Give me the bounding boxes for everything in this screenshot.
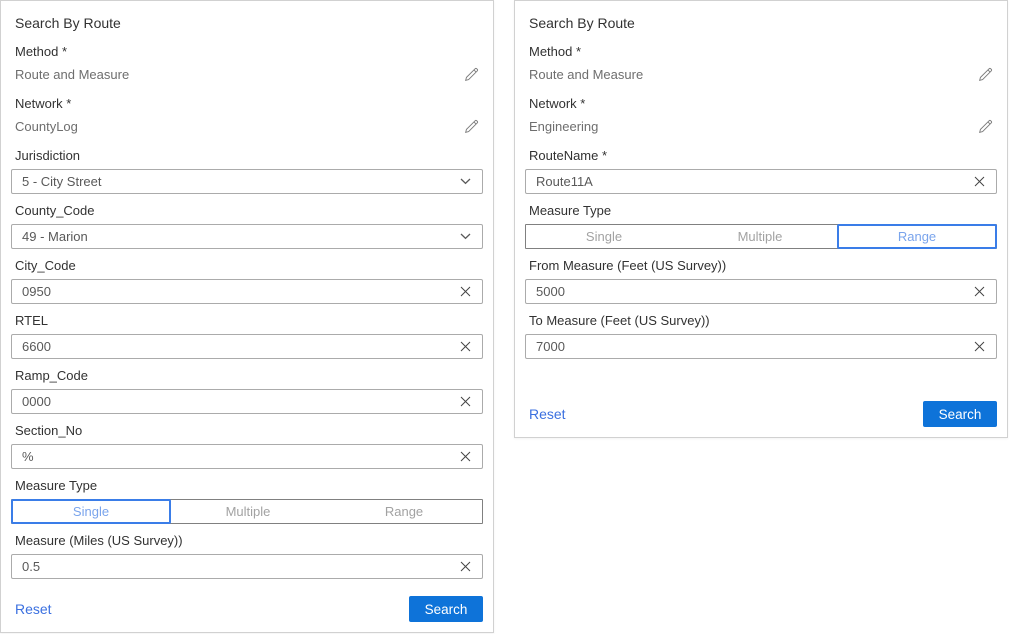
network-value: Engineering <box>529 119 598 134</box>
x-clear-icon[interactable] <box>972 284 987 299</box>
measure-type-label: Measure Type <box>15 478 479 493</box>
edit-pencil-icon[interactable] <box>978 67 993 82</box>
reset-link[interactable]: Reset <box>15 601 52 617</box>
measure-type-segment-single[interactable]: Single <box>11 499 171 524</box>
jurisdiction-select[interactable]: 5 - City Street <box>11 169 483 194</box>
measure-input[interactable] <box>22 559 458 574</box>
x-clear-icon[interactable] <box>458 449 473 464</box>
panel-footer: Reset Search <box>11 596 483 622</box>
measure-type-label: Measure Type <box>529 203 993 218</box>
x-clear-icon[interactable] <box>458 559 473 574</box>
panel-title: Search By Route <box>529 15 993 31</box>
section-no-field: Section_No <box>11 423 483 469</box>
method-field: Method * Route and Measure <box>11 44 483 94</box>
route-name-field: RouteName * <box>525 148 997 194</box>
chevron-down-icon <box>458 176 473 187</box>
measure-type-segment-single[interactable]: Single <box>526 225 682 248</box>
measure-type-segment-multiple[interactable]: Multiple <box>170 500 326 523</box>
network-field: Network * CountyLog <box>11 96 483 146</box>
method-label: Method * <box>529 44 993 59</box>
method-label: Method * <box>15 44 479 59</box>
county-code-label: County_Code <box>15 203 479 218</box>
measure-field: Measure (Miles (US Survey)) <box>11 533 483 579</box>
jurisdiction-select-value: 5 - City Street <box>22 174 458 189</box>
measure-type-segment-range[interactable]: Range <box>326 500 482 523</box>
measure-type-segmented-control: Single Multiple Range <box>11 499 483 524</box>
route-name-label: RouteName * <box>529 148 993 163</box>
network-label: Network * <box>529 96 993 111</box>
to-measure-label: To Measure (Feet (US Survey)) <box>529 313 993 328</box>
x-clear-icon[interactable] <box>458 339 473 354</box>
from-measure-label: From Measure (Feet (US Survey)) <box>529 258 993 273</box>
network-label: Network * <box>15 96 479 111</box>
network-value: CountyLog <box>15 119 78 134</box>
section-no-input[interactable] <box>22 449 458 464</box>
x-clear-icon[interactable] <box>458 394 473 409</box>
county-code-select[interactable]: 49 - Marion <box>11 224 483 249</box>
measure-type-field: Measure Type Single Multiple Range <box>525 203 997 249</box>
measure-type-segmented-control: Single Multiple Range <box>525 224 997 249</box>
city-code-input[interactable] <box>22 284 458 299</box>
from-measure-input[interactable] <box>536 284 972 299</box>
route-name-input[interactable] <box>536 174 972 189</box>
county-code-field: County_Code 49 - Marion <box>11 203 483 249</box>
rtel-field: RTEL <box>11 313 483 359</box>
city-code-field: City_Code <box>11 258 483 304</box>
search-by-route-panel-left: Search By Route Method * Route and Measu… <box>0 0 494 633</box>
x-clear-icon[interactable] <box>972 174 987 189</box>
jurisdiction-label: Jurisdiction <box>15 148 479 163</box>
rtel-input[interactable] <box>22 339 458 354</box>
to-measure-input[interactable] <box>536 339 972 354</box>
section-no-label: Section_No <box>15 423 479 438</box>
panel-footer: Reset Search <box>525 401 997 427</box>
search-button[interactable]: Search <box>409 596 483 622</box>
search-by-route-panel-right: Search By Route Method * Route and Measu… <box>514 0 1008 438</box>
measure-label: Measure (Miles (US Survey)) <box>15 533 479 548</box>
to-measure-field: To Measure (Feet (US Survey)) <box>525 313 997 359</box>
x-clear-icon[interactable] <box>972 339 987 354</box>
county-code-select-value: 49 - Marion <box>22 229 458 244</box>
search-button[interactable]: Search <box>923 401 997 427</box>
edit-pencil-icon[interactable] <box>464 67 479 82</box>
method-field: Method * Route and Measure <box>525 44 997 94</box>
ramp-code-input[interactable] <box>22 394 458 409</box>
jurisdiction-field: Jurisdiction 5 - City Street <box>11 148 483 194</box>
edit-pencil-icon[interactable] <box>978 119 993 134</box>
ramp-code-field: Ramp_Code <box>11 368 483 414</box>
ramp-code-label: Ramp_Code <box>15 368 479 383</box>
measure-type-segment-multiple[interactable]: Multiple <box>682 225 838 248</box>
measure-type-field: Measure Type Single Multiple Range <box>11 478 483 524</box>
from-measure-field: From Measure (Feet (US Survey)) <box>525 258 997 304</box>
method-value: Route and Measure <box>15 67 129 82</box>
network-field: Network * Engineering <box>525 96 997 146</box>
method-value: Route and Measure <box>529 67 643 82</box>
panel-title: Search By Route <box>15 15 479 31</box>
reset-link[interactable]: Reset <box>529 406 566 422</box>
measure-type-segment-range[interactable]: Range <box>837 224 997 249</box>
rtel-label: RTEL <box>15 313 479 328</box>
city-code-label: City_Code <box>15 258 479 273</box>
edit-pencil-icon[interactable] <box>464 119 479 134</box>
chevron-down-icon <box>458 231 473 242</box>
x-clear-icon[interactable] <box>458 284 473 299</box>
